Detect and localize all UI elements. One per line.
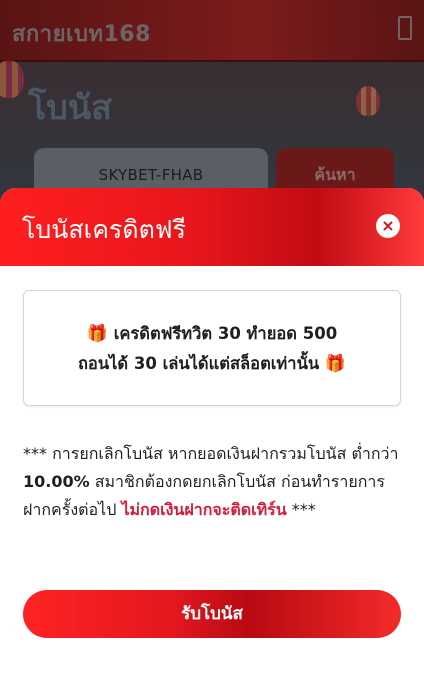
top-bar: สกายเบท168 bbox=[0, 0, 424, 62]
bonus-info-text-2: ถอนได้ 30 เล่นได้แต่สล็อตเท่านั้น bbox=[77, 354, 320, 373]
bonus-info-box: 🎁 เครดิตฟรีทวิต 30 ทำยอด 500 ถอนได้ 30 เ… bbox=[23, 290, 401, 406]
cancel-bonus-notice: *** การยกเลิกโบนัส หากยอดเงินฝากรวมโบนัส… bbox=[23, 440, 403, 524]
close-icon[interactable]: × bbox=[376, 214, 400, 238]
gift-icon: 🎁 bbox=[324, 354, 347, 374]
page-title: โบนัส bbox=[28, 88, 112, 128]
notice-percent: 10.00% bbox=[23, 472, 90, 491]
balloon-icon bbox=[356, 86, 380, 116]
notice-warning: ไม่กดเงินฝากจะติดเทิร์น bbox=[121, 500, 287, 519]
modal-title: โบนัสเครดิตฟรี bbox=[22, 215, 186, 244]
notice-text-1: *** การยกเลิกโบนัส หากยอดเงินฝากรวมโบนัส… bbox=[23, 444, 399, 463]
gift-icon: 🎁 bbox=[86, 324, 108, 344]
bonus-info-text-1: เครดิตฟรีทวิต 30 ทำยอด 500 bbox=[113, 324, 338, 343]
bonus-info-line-2: ถอนได้ 30 เล่นได้แต่สล็อตเท่านั้น 🎁 bbox=[24, 349, 400, 379]
bonus-info-line-1: 🎁 เครดิตฟรีทวิต 30 ทำยอด 500 bbox=[24, 319, 400, 349]
menu-icon[interactable] bbox=[398, 16, 412, 40]
balloon-icon bbox=[0, 60, 24, 98]
claim-bonus-button[interactable]: รับโบนัส bbox=[23, 590, 401, 638]
notice-text-3: *** bbox=[286, 500, 316, 519]
brand-logo: สกายเบท168 bbox=[12, 22, 151, 47]
bonus-modal: โบนัสเครดิตฟรี × 🎁 เครดิตฟรีทวิต 30 ทำยอ… bbox=[0, 188, 424, 680]
modal-header: โบนัสเครดิตฟรี × bbox=[0, 188, 424, 266]
